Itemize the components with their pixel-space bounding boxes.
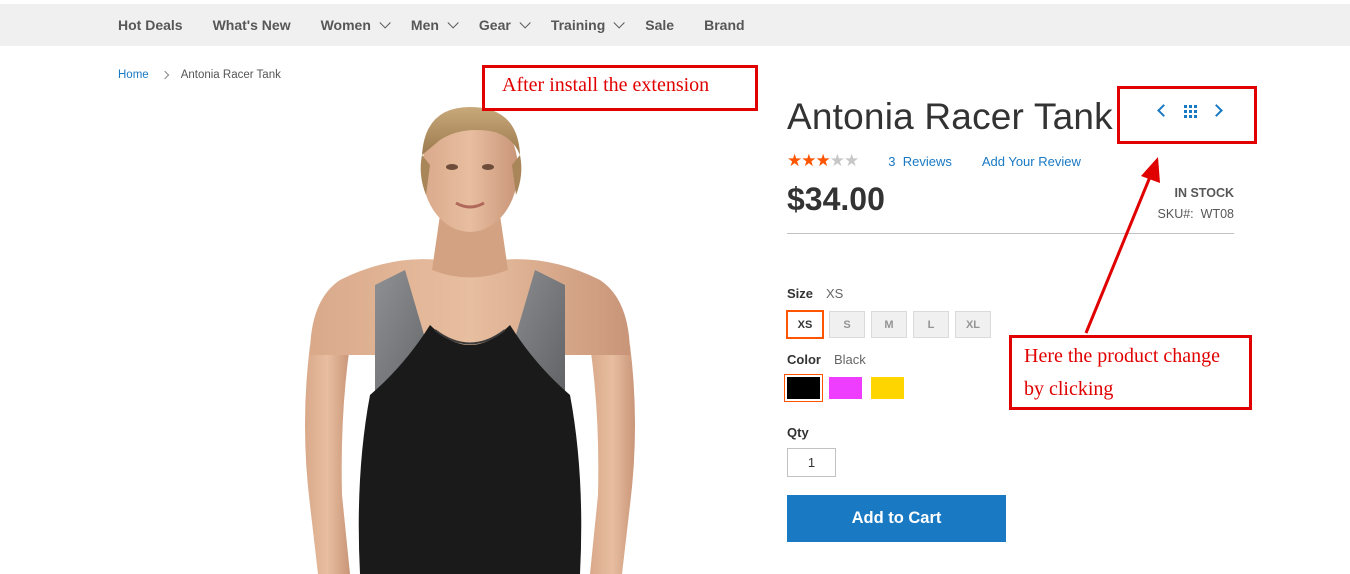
nav-item-men[interactable]: Men: [410, 17, 459, 33]
chevron-down-icon: [613, 17, 626, 29]
size-swatches: XS S M L XL: [786, 310, 997, 339]
size-swatch-xl[interactable]: XL: [955, 311, 991, 338]
color-swatches: [785, 375, 913, 401]
qty-label: Qty: [787, 425, 809, 440]
star-icon: ★: [801, 151, 817, 170]
color-swatch-yellow[interactable]: [871, 377, 904, 399]
model-photo: [305, 107, 635, 574]
product-rating: ★ ★ ★ ★ ★ 3 Reviews Add Your Review: [787, 152, 1081, 170]
star-icon: ★: [787, 151, 803, 170]
size-selected-value: XS: [826, 286, 844, 301]
sku-label: SKU#:: [1157, 207, 1194, 221]
chevron-right-icon[interactable]: [1210, 104, 1223, 117]
nav-label: Men: [410, 17, 439, 33]
product-switcher: [1150, 100, 1230, 124]
add-review-link[interactable]: Add Your Review: [982, 154, 1081, 169]
divider: [787, 233, 1234, 234]
chevron-down-icon: [447, 17, 459, 29]
annotation-after-install: After install the extension: [482, 65, 758, 111]
nav-item-sale[interactable]: Sale: [645, 17, 674, 33]
add-to-cart-button[interactable]: Add to Cart: [787, 495, 1006, 542]
nav-label: Brand: [704, 17, 745, 33]
product-image[interactable]: [190, 95, 750, 574]
nav-item-hot-deals[interactable]: Hot Deals: [118, 17, 183, 33]
annotation-text: Here the product change: [1024, 345, 1221, 367]
size-option-label: Size XS: [787, 286, 843, 301]
size-swatch-m[interactable]: M: [871, 311, 907, 338]
color-swatch-black[interactable]: [785, 375, 822, 401]
annotation-product-change: Here the product change by clicking: [1009, 335, 1252, 410]
color-option-label: Color Black: [787, 352, 866, 367]
color-label: Color: [787, 352, 821, 367]
star-icon: ★: [829, 151, 845, 170]
chevron-down-icon: [379, 17, 391, 29]
size-label: Size: [787, 286, 814, 301]
nav-label: Women: [320, 17, 371, 33]
product-price: $34.00: [787, 181, 885, 217]
qty-input[interactable]: [787, 448, 836, 477]
nav-item-women[interactable]: Women: [320, 17, 391, 33]
nav-item-training[interactable]: Training: [550, 17, 626, 33]
nav-item-gear[interactable]: Gear: [478, 17, 531, 33]
size-swatch-l[interactable]: L: [913, 311, 949, 338]
breadcrumb: Home Antonia Racer Tank: [118, 69, 281, 81]
grid-icon[interactable]: [1184, 105, 1197, 118]
nav-label: Gear: [478, 17, 511, 33]
rating-stars: ★ ★ ★ ★ ★: [787, 151, 860, 170]
color-selected-value: Black: [833, 352, 866, 367]
sku: SKU#: WT08: [1158, 207, 1234, 221]
breadcrumb-current: Antonia Racer Tank: [180, 69, 281, 81]
product-title: Antonia Racer Tank: [787, 96, 1113, 137]
nav-label: Training: [550, 17, 606, 33]
annotation-text: After install the extension: [502, 74, 710, 96]
reviews-label: Reviews: [902, 153, 952, 169]
chevron-left-icon[interactable]: [1157, 104, 1170, 117]
nav-item-whats-new[interactable]: What's New: [213, 17, 291, 33]
chevron-down-icon: [519, 17, 531, 29]
reviews-count: 3: [888, 153, 896, 169]
reviews-link[interactable]: 3 Reviews: [888, 154, 952, 169]
nav-item-brand[interactable]: Brand: [704, 17, 744, 33]
top-navigation: Hot Deals What's New Women Men Gear Trai…: [0, 4, 1350, 46]
color-swatch-purple[interactable]: [829, 377, 862, 399]
nav-label: What's New: [212, 17, 291, 33]
annotation-text: by clicking: [1024, 378, 1114, 400]
nav-label: Hot Deals: [118, 17, 183, 33]
nav-label: Sale: [645, 17, 675, 33]
nav-items: Hot Deals What's New Women Men Gear Trai…: [118, 4, 775, 46]
chevron-right-icon: [160, 70, 169, 80]
sku-value: WT08: [1200, 207, 1234, 221]
star-icon: ★: [815, 151, 831, 170]
stock-status: IN STOCK: [1174, 186, 1235, 200]
size-swatch-xs[interactable]: XS: [786, 310, 824, 339]
breadcrumb-home-link[interactable]: Home: [118, 69, 149, 81]
star-icon: ★: [844, 151, 860, 170]
size-swatch-s[interactable]: S: [829, 311, 865, 338]
